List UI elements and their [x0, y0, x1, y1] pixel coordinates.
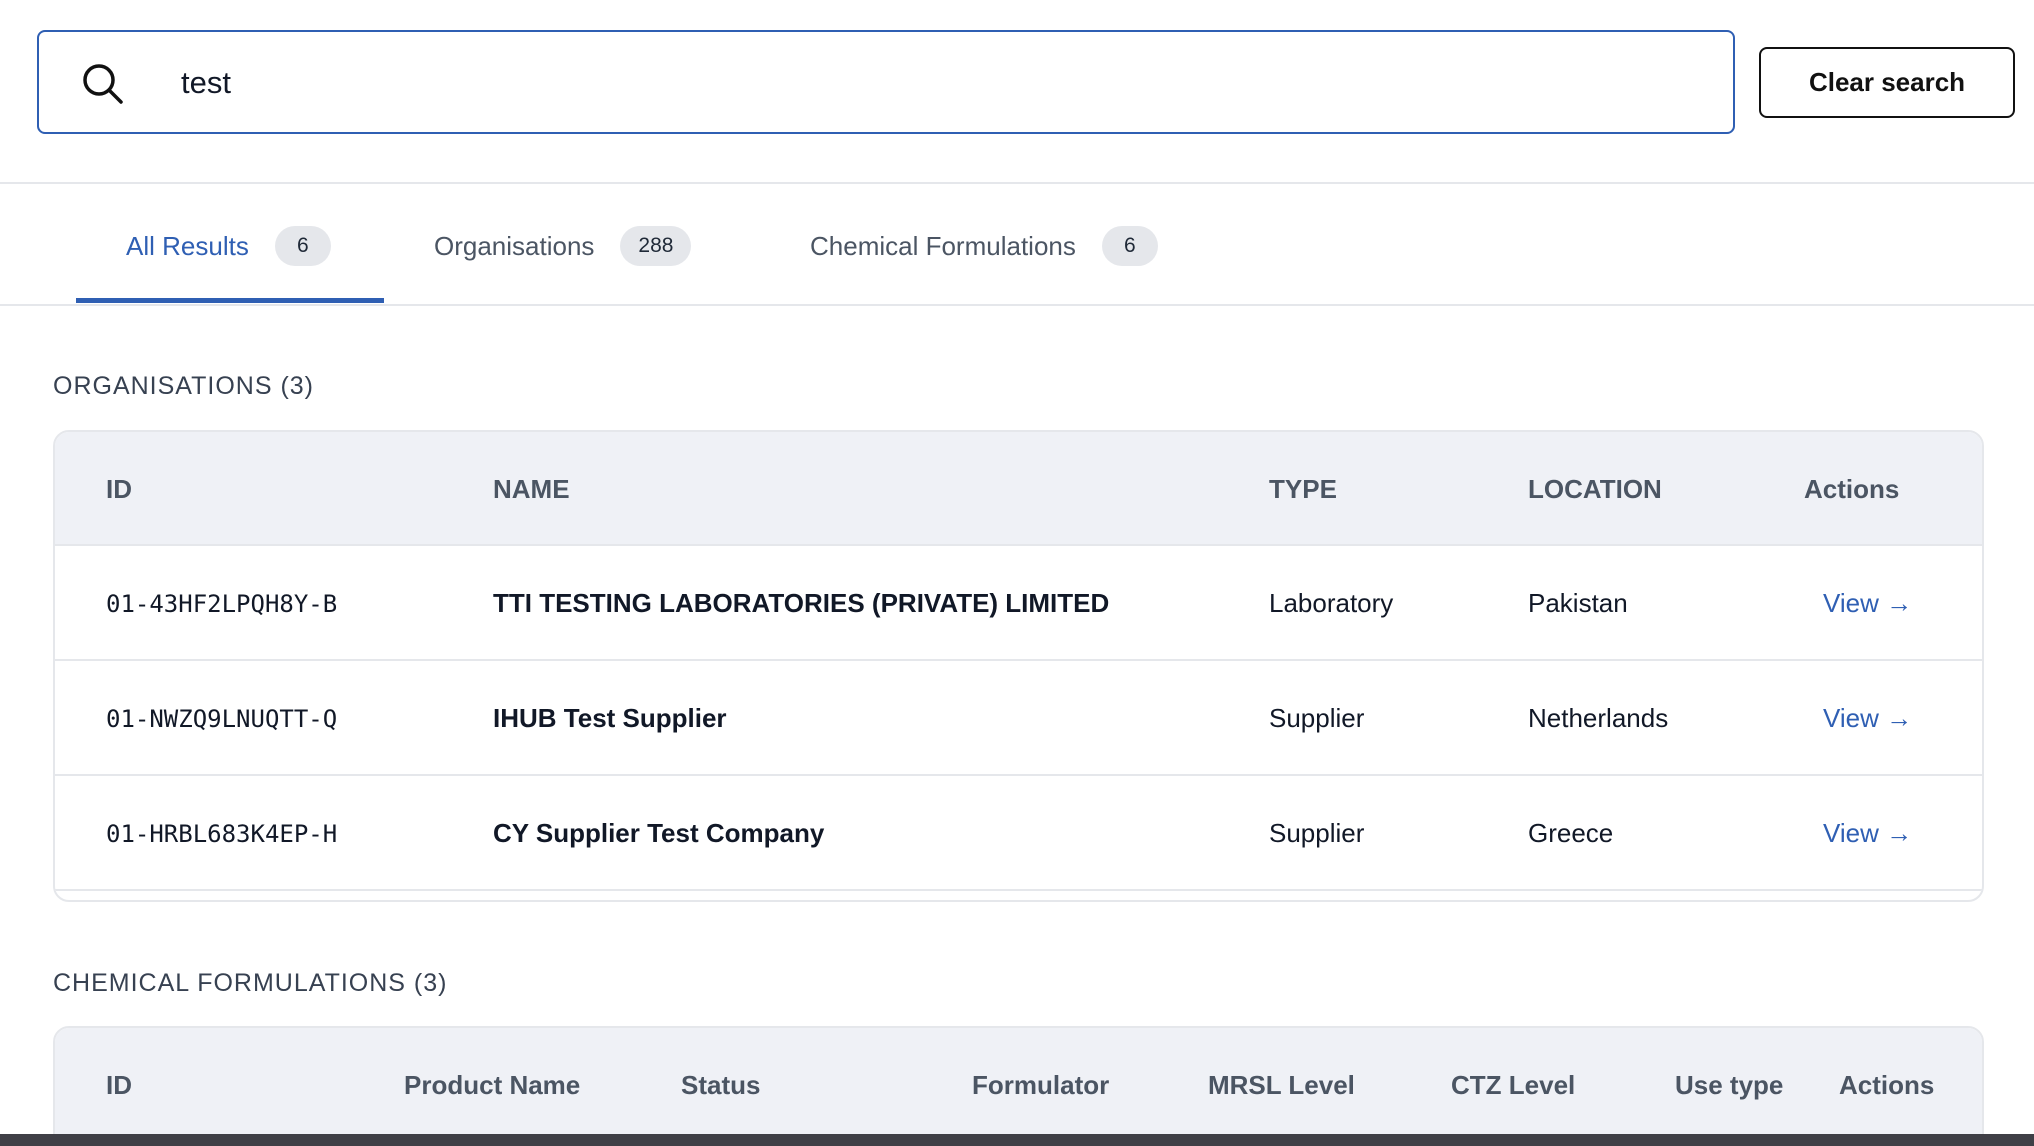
search-icon	[81, 62, 125, 106]
column-header-id: ID	[106, 1069, 132, 1100]
tab-all-results[interactable]: All Results 6	[126, 186, 331, 306]
org-id: 01-HRBL683K4EP-H	[106, 819, 338, 848]
org-name: TTI TESTING LABORATORIES (PRIVATE) LIMIT…	[493, 588, 1110, 618]
org-id: 01-NWZQ9LNUQTT-Q	[106, 704, 338, 733]
count-badge: 6	[1101, 226, 1158, 266]
organisations-table: ID NAME TYPE LOCATION Actions 01-43HF2LP…	[53, 430, 1984, 902]
column-header-type: TYPE	[1269, 473, 1337, 504]
column-header-id: ID	[106, 473, 132, 504]
bottom-scroll-edge	[0, 1134, 2034, 1146]
org-id: 01-43HF2LPQH8Y-B	[106, 589, 338, 618]
column-header-status: Status	[681, 1069, 761, 1100]
column-header-actions: Actions	[1804, 473, 1900, 504]
column-header-ctz-level: CTZ Level	[1451, 1069, 1576, 1100]
search-input[interactable]	[181, 54, 1681, 112]
view-link[interactable]: View →	[1823, 818, 1912, 849]
column-header-product-name: Product Name	[404, 1069, 581, 1100]
org-name: CY Supplier Test Company	[493, 818, 825, 848]
table-row: 01-43HF2LPQH8Y-B TTI TESTING LABORATORIE…	[55, 546, 1982, 661]
chemical-formulations-table: ID Product Name Status Formulator MRSL L…	[53, 1026, 1984, 1146]
search-box[interactable]	[37, 30, 1735, 134]
org-location: Pakistan	[1528, 588, 1628, 618]
search-row: Clear search	[0, 0, 2034, 184]
column-header-use-type: Use type	[1675, 1069, 1784, 1100]
results-tabs: All Results 6 Organisations 288 Chemical…	[0, 186, 2034, 306]
tab-organisations[interactable]: Organisations 288	[434, 186, 692, 306]
count-badge: 288	[620, 226, 692, 266]
count-badge: 6	[274, 226, 331, 266]
active-tab-indicator	[76, 298, 384, 303]
column-header-formulator: Formulator	[972, 1069, 1110, 1100]
org-location: Greece	[1528, 818, 1614, 848]
chemical-formulations-section-title: CHEMICAL FORMULATIONS (3)	[53, 969, 448, 997]
view-link[interactable]: View →	[1823, 588, 1912, 619]
organisations-section-title: ORGANISATIONS (3)	[53, 372, 315, 400]
column-header-actions: Actions	[1839, 1069, 1935, 1100]
table-row: 01-NWZQ9LNUQTT-Q IHUB Test Supplier Supp…	[55, 661, 1982, 776]
column-header-mrsl-level: MRSL Level	[1208, 1069, 1355, 1100]
tab-label: All Results	[126, 230, 249, 261]
column-header-location: LOCATION	[1528, 473, 1662, 504]
table-header: ID NAME TYPE LOCATION Actions	[55, 432, 1982, 546]
view-link[interactable]: View →	[1823, 703, 1912, 734]
column-header-name: NAME	[493, 473, 570, 504]
tab-chemical-formulations[interactable]: Chemical Formulations 6	[810, 186, 1158, 306]
tab-label: Organisations	[434, 230, 595, 261]
org-name: IHUB Test Supplier	[493, 703, 727, 733]
org-type: Supplier	[1269, 703, 1365, 733]
tab-label: Chemical Formulations	[810, 230, 1076, 261]
clear-search-button[interactable]: Clear search	[1759, 47, 2015, 118]
table-row: 01-HRBL683K4EP-H CY Supplier Test Compan…	[55, 776, 1982, 891]
org-location: Netherlands	[1528, 703, 1669, 733]
org-type: Laboratory	[1269, 588, 1394, 618]
table-header: ID Product Name Status Formulator MRSL L…	[55, 1028, 1982, 1142]
org-type: Supplier	[1269, 818, 1365, 848]
